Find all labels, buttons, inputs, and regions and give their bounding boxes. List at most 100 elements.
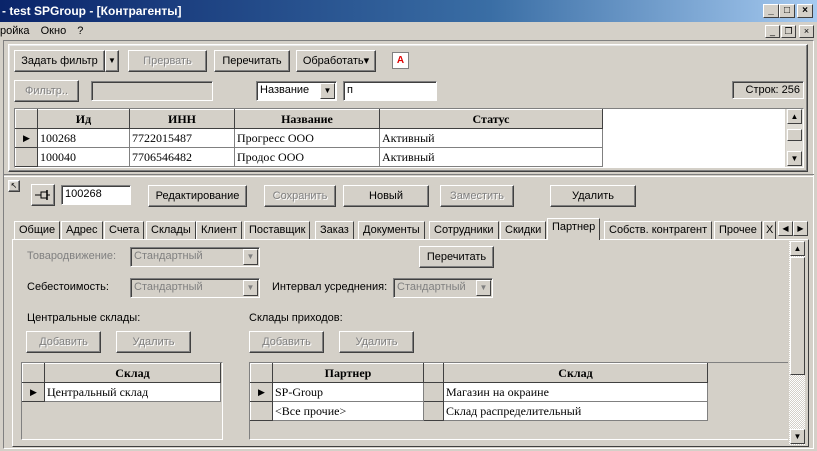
tab-general[interactable]: Общие (14, 221, 61, 239)
edit-button[interactable]: Редактирование (148, 185, 247, 207)
table-row[interactable]: <Все прочие> Склад распределительный (250, 401, 708, 421)
menu-item-window[interactable]: Окно (41, 25, 67, 37)
set-filter-label: Задать фильтр (21, 55, 98, 67)
income-warehouses-grid[interactable]: Партнер Склад ▶ SP-Group Магазин на окра… (249, 362, 805, 440)
window-minimize-button[interactable]: _ (763, 4, 779, 18)
process-menu-button[interactable]: Обработать▾ (296, 50, 376, 72)
tab-documents[interactable]: Документы (358, 221, 425, 239)
cell-lookup-button[interactable] (423, 401, 444, 421)
cell-status[interactable]: Активный (379, 128, 603, 148)
table-row[interactable]: ▶ Центральный склад (22, 382, 221, 402)
column-header-partner[interactable]: Партнер (272, 363, 424, 383)
cell-id[interactable]: 100040 (37, 147, 130, 167)
menu-item-settings[interactable]: ройка (0, 25, 30, 37)
cell-id[interactable]: 100268 (37, 128, 130, 148)
filter-dropdown-button[interactable]: ▼ (105, 50, 119, 72)
chevron-down-icon: ▾ (363, 55, 370, 67)
search-input[interactable]: п (343, 81, 437, 101)
tab-client[interactable]: Клиент (196, 221, 243, 239)
column-header-id[interactable]: Ид (37, 109, 130, 129)
main-grid[interactable]: Ид ИНН Название Статус ▶ 100268 77220154… (14, 108, 804, 168)
tab-employees[interactable]: Сотрудники (429, 221, 499, 239)
central-delete-button[interactable]: Удалить (116, 331, 191, 353)
scroll-down-icon[interactable]: ▼ (790, 429, 805, 444)
column-header-status[interactable]: Статус (379, 109, 603, 129)
tab-address[interactable]: Адрес (61, 221, 103, 239)
delete-button[interactable]: Удалить (550, 185, 636, 207)
window-title: - test SPGroup - [Контрагенты] (2, 4, 182, 18)
rows-count-label: Строк: 256 (732, 81, 804, 99)
tab-other[interactable]: Прочее (714, 221, 762, 239)
tab-warehouses[interactable]: Склады (146, 221, 196, 239)
reread-button[interactable]: Перечитать (214, 50, 290, 72)
column-header-warehouse[interactable]: Склад (44, 363, 221, 383)
table-row[interactable]: 100040 7706546482 Продос ООО Активный (15, 147, 603, 167)
mdi-restore-button[interactable]: ❐ (781, 25, 796, 38)
new-button[interactable]: Новый (343, 185, 429, 207)
tab-x[interactable]: Х (763, 221, 776, 239)
tab-supplier[interactable]: Поставщик (244, 221, 311, 239)
current-id-field[interactable]: 100268 (61, 185, 131, 205)
column-header-warehouse[interactable]: Склад (443, 363, 708, 383)
income-add-button[interactable]: Добавить (249, 331, 324, 353)
scroll-thumb[interactable] (787, 129, 802, 141)
cell-warehouse[interactable]: Склад распределительный (443, 401, 708, 421)
cell-partner[interactable]: <Все прочие> (272, 401, 424, 421)
save-button[interactable]: Сохранить (264, 185, 336, 207)
set-filter-button[interactable]: Задать фильтр (14, 50, 105, 72)
income-delete-button[interactable]: Удалить (339, 331, 414, 353)
pin-icon[interactable] (31, 184, 55, 206)
filter-text-field[interactable] (91, 81, 213, 101)
tab-scroll-left-icon[interactable]: ◀ (778, 221, 793, 236)
income-warehouses-label: Склады приходов: (249, 312, 343, 324)
column-header-inn[interactable]: ИНН (129, 109, 235, 129)
collapse-arrow-icon[interactable]: ↖ (8, 180, 20, 192)
filter-small-button[interactable]: Фильтр.. (14, 80, 79, 102)
cell-name[interactable]: Прогресс ООО (234, 128, 380, 148)
table-row[interactable]: ▶ SP-Group Магазин на окраине (250, 382, 708, 402)
cell-name[interactable]: Продос ООО (234, 147, 380, 167)
tab-scroll-right-icon[interactable]: ▶ (793, 221, 808, 236)
scroll-up-icon[interactable]: ▲ (787, 109, 802, 124)
process-label: Обработать (302, 55, 364, 67)
column-header-name[interactable]: Название (234, 109, 380, 129)
row-indicator-icon: ▶ (22, 382, 45, 402)
cost-label: Себестоимость: (27, 281, 109, 293)
cell-lookup-button[interactable] (423, 382, 444, 402)
table-row[interactable]: ▶ 100268 7722015487 Прогресс ООО Активны… (15, 128, 603, 148)
page-scrollbar[interactable]: ▲ ▼ (788, 241, 805, 445)
window-close-button[interactable]: × (797, 4, 813, 18)
chevron-down-icon: ▼ (476, 280, 491, 296)
tab-own-contractor[interactable]: Собств. контрагент (604, 221, 713, 239)
scroll-thumb[interactable] (790, 257, 805, 375)
cell-warehouse[interactable]: Магазин на окраине (443, 382, 708, 402)
cell-status[interactable]: Активный (379, 147, 603, 167)
font-a-icon[interactable]: A (392, 52, 409, 69)
cell-partner[interactable]: SP-Group (272, 382, 424, 402)
splitter[interactable] (4, 174, 814, 177)
tab-discounts[interactable]: Скидки (500, 221, 547, 239)
main-grid-scrollbar[interactable]: ▲ ▼ (785, 109, 803, 167)
window-maximize-button[interactable]: □ (779, 4, 795, 18)
menu-item-help[interactable]: ? (77, 25, 83, 37)
tab-accounts[interactable]: Счета (104, 221, 145, 239)
stop-button[interactable]: Прервать (128, 50, 207, 72)
mdi-minimize-button[interactable]: _ (765, 25, 780, 38)
search-field-select[interactable]: Название ▼ (256, 81, 337, 101)
goods-movement-select[interactable]: Стандартный ▼ (130, 247, 260, 267)
mdi-close-button[interactable]: × (799, 25, 814, 38)
scroll-down-icon[interactable]: ▼ (787, 151, 802, 166)
central-warehouses-grid[interactable]: Склад ▶ Центральный склад (21, 362, 223, 440)
cell-inn[interactable]: 7722015487 (129, 128, 235, 148)
averaging-interval-label: Интервал усреднения: (272, 281, 388, 293)
averaging-interval-select[interactable]: Стандартный ▼ (393, 278, 493, 298)
partner-reread-button[interactable]: Перечитать (419, 246, 494, 268)
tab-partner[interactable]: Партнер (547, 218, 601, 240)
central-add-button[interactable]: Добавить (26, 331, 101, 353)
cell-warehouse[interactable]: Центральный склад (44, 382, 221, 402)
cost-select[interactable]: Стандартный ▼ (130, 278, 260, 298)
replace-button[interactable]: Заместить (440, 185, 514, 207)
tab-order[interactable]: Заказ (315, 221, 354, 239)
cell-inn[interactable]: 7706546482 (129, 147, 235, 167)
scroll-up-icon[interactable]: ▲ (790, 241, 805, 256)
